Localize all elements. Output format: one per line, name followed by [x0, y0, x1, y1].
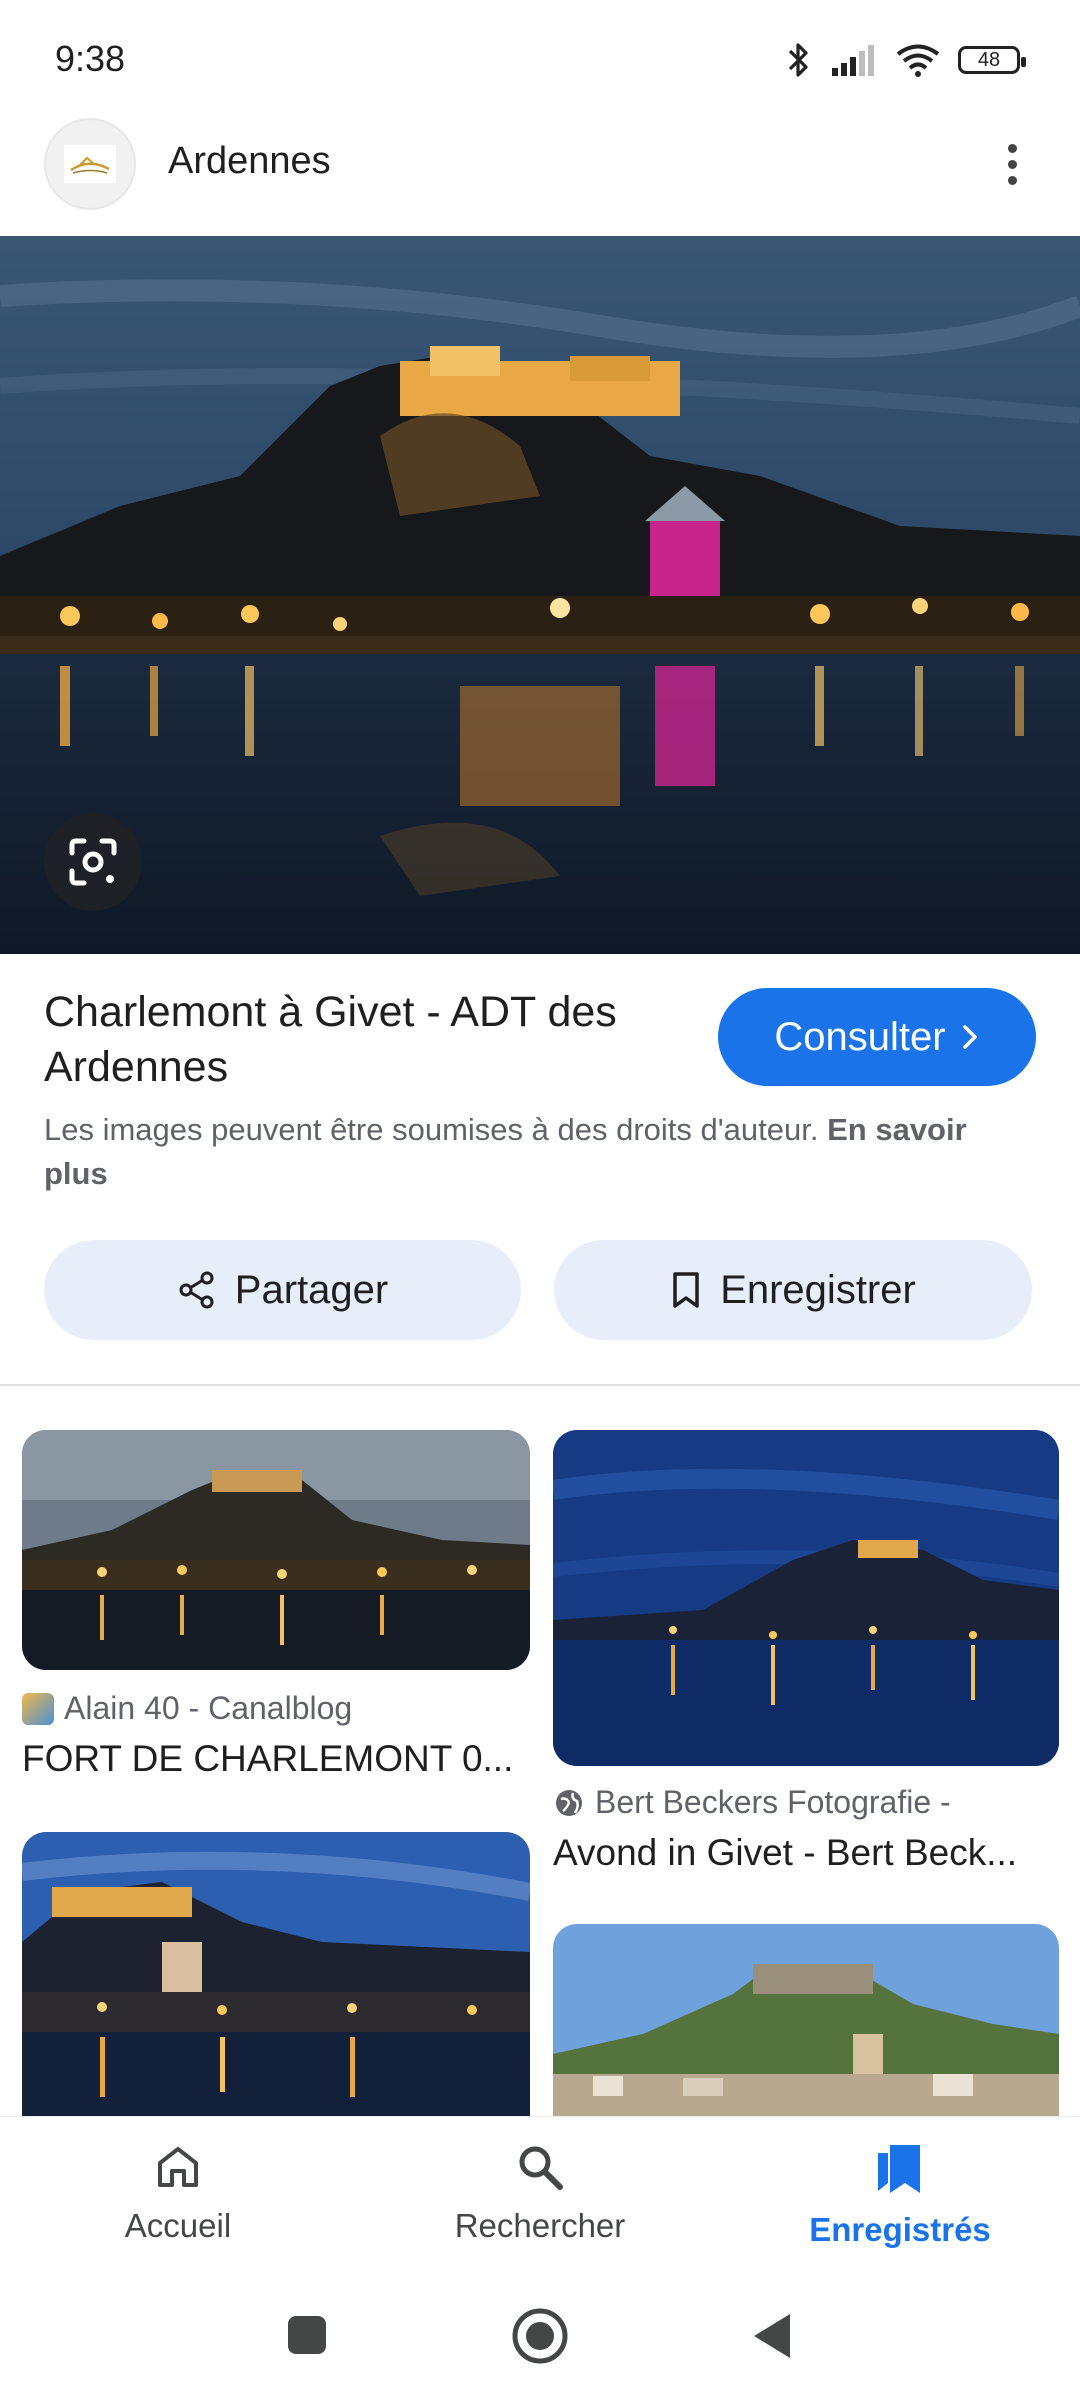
system-navigation-bar — [0, 2276, 1080, 2400]
image-title[interactable]: Charlemont à Givet - ADT des Ardennes — [44, 985, 684, 1095]
related-image-thumb[interactable] — [22, 1832, 530, 2116]
signal-icon — [832, 45, 874, 76]
hero-photo — [0, 236, 1080, 954]
more-options-button[interactable] — [980, 130, 1044, 198]
status-time: 9:38 — [55, 38, 126, 79]
nav-search[interactable]: Rechercher — [410, 2141, 670, 2245]
home-icon — [158, 2147, 198, 2187]
globe-icon — [556, 1789, 582, 1816]
source-favicon-icon — [22, 1692, 54, 1725]
visit-button[interactable]: Consulter — [718, 988, 1036, 1086]
share-button[interactable]: Partager — [44, 1240, 521, 1340]
bluetooth-icon — [788, 43, 808, 77]
nav-home[interactable]: Accueil — [48, 2141, 308, 2245]
home-button-icon[interactable] — [510, 2306, 570, 2366]
nav-saved-label: Enregistrés — [809, 2211, 991, 2248]
related-photo — [22, 1430, 530, 1670]
bookmarks-icon — [878, 2145, 920, 2193]
nav-home-label: Accueil — [124, 2207, 232, 2244]
related-image-thumb[interactable] — [553, 1924, 1059, 2116]
related-image-thumb[interactable] — [553, 1430, 1059, 1766]
lens-search-button[interactable] — [44, 813, 142, 911]
bottom-nav: Accueil Rechercher Enregistrés — [0, 2116, 1080, 2277]
status-icons: 48 — [786, 38, 1026, 82]
site-logo[interactable] — [44, 118, 136, 210]
lens-icon — [69, 838, 117, 886]
related-photo — [553, 1430, 1059, 1766]
more-dot — [1007, 175, 1017, 185]
related-photo — [22, 1832, 530, 2116]
related-source-name: Bert Beckers Fotografie - — [595, 1784, 951, 1820]
more-vert-icon — [1007, 143, 1017, 153]
nav-saved[interactable]: Enregistrés — [770, 2141, 1030, 2249]
related-source[interactable]: Alain 40 - Canalblog — [22, 1690, 530, 1727]
copyright-text: Les images peuvent être soumises à des d… — [44, 1112, 819, 1147]
hero-image[interactable] — [0, 236, 1080, 954]
search-icon — [519, 2146, 563, 2190]
related-title[interactable]: FORT DE CHARLEMONT 0... — [22, 1738, 530, 1780]
more-dot — [1007, 159, 1017, 169]
nav-search-label: Rechercher — [454, 2207, 626, 2244]
save-label: Enregistrer — [720, 1267, 916, 1312]
visit-button-label: Consulter — [774, 1014, 946, 1059]
chevron-right-icon — [962, 1025, 977, 1049]
related-image-thumb[interactable] — [22, 1430, 530, 1670]
bookmark-icon — [673, 1272, 699, 1308]
share-icon — [179, 1271, 214, 1309]
recents-icon[interactable] — [286, 2314, 328, 2356]
save-button[interactable]: Enregistrer — [554, 1240, 1032, 1340]
related-photo — [553, 1924, 1059, 2116]
ardennes-logo-icon — [64, 145, 116, 183]
related-title[interactable]: Avond in Givet - Bert Beck... — [553, 1832, 1059, 1874]
share-label: Partager — [234, 1267, 389, 1312]
battery-icon: 48 — [958, 46, 1026, 74]
wifi-icon — [896, 44, 940, 77]
section-divider — [0, 1384, 1080, 1386]
back-icon[interactable] — [750, 2310, 794, 2362]
page-title: Ardennes — [168, 140, 331, 182]
related-source-name: Alain 40 - Canalblog — [64, 1690, 353, 1726]
related-source[interactable]: Bert Beckers Fotografie - — [553, 1784, 1059, 1821]
copyright-notice: Les images peuvent être soumises à des d… — [44, 1108, 1034, 1196]
battery-level: 48 — [977, 48, 1001, 71]
